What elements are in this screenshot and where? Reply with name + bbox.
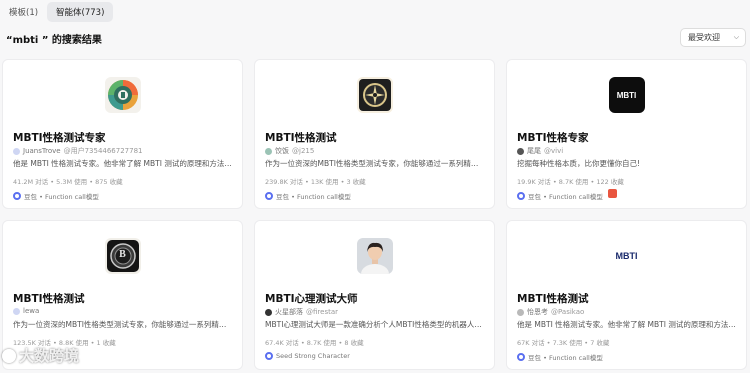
author-avatar bbox=[517, 308, 524, 316]
author-avatar bbox=[13, 147, 20, 155]
watermark-text: 大数跨境 bbox=[19, 347, 80, 365]
card-author: 尾尾 @vivi bbox=[517, 146, 563, 156]
agent-card[interactable]: MBTI MBTI性格测试 怡恩考 @Pasikao 他是 MBTI 性格测试专… bbox=[506, 220, 747, 370]
model-icon bbox=[13, 192, 21, 200]
tab-agents[interactable]: 智能体(773) bbox=[47, 2, 114, 22]
card-author: 火星部落 @firestar bbox=[265, 307, 338, 317]
card-description: MBTI心理测试大师是一款准确分析个人MBTI性格类型的机器人… bbox=[265, 320, 482, 329]
model-icon bbox=[265, 192, 273, 200]
compass-logo-icon bbox=[356, 77, 393, 113]
tab-bar: 模板(1) 智能体(773) bbox=[0, 2, 114, 22]
card-stats: 67K 对话 • 7.3K 使用 • 7 收藏 bbox=[517, 339, 610, 347]
sort-selected-value: 最受欢迎 bbox=[688, 33, 720, 42]
b-coin-logo-icon: B bbox=[104, 238, 141, 274]
model-icon bbox=[517, 353, 525, 361]
watermark-logo-icon bbox=[2, 348, 16, 363]
card-description: 他是 MBTI 性格测试专家。他非常了解 MBTI 测试的原理和方法… bbox=[517, 320, 736, 329]
author-handle: @j215 bbox=[292, 147, 315, 155]
avatar-text: MBTI bbox=[616, 90, 637, 100]
card-author: JuansTrove @用户7354466727781 bbox=[13, 146, 142, 156]
app-icon bbox=[608, 189, 617, 198]
results-grid: MBTI性格测试专家 JuansTrove @用户7354466727781 他… bbox=[2, 59, 748, 370]
mbti-wordmark-icon: MBTI bbox=[608, 238, 645, 274]
card-model: 豆包 • Function call模型 bbox=[517, 191, 603, 201]
card-description: 作为一位资深的MBTI性格类型测试专家，你能够通过一系列精… bbox=[13, 320, 227, 329]
search-results-title: “mbti ” 的搜索结果 bbox=[6, 35, 102, 46]
card-title: MBTI性格测试 bbox=[265, 132, 337, 144]
author-name: 饺饭 bbox=[275, 147, 289, 155]
model-label: 豆包 • Function call模型 bbox=[528, 354, 603, 362]
card-description: 他是 MBTI 性格测试专家。他非常了解 MBTI 测试的原理和方法… bbox=[13, 159, 232, 168]
author-name: 怡恩考 bbox=[527, 308, 548, 316]
mbti-black-logo-icon: MBTI bbox=[608, 77, 645, 113]
author-avatar bbox=[13, 307, 20, 315]
avatar-text: B bbox=[119, 249, 126, 260]
card-stats: 67.4K 对话 • 8.7K 使用 • 8 收藏 bbox=[265, 339, 364, 347]
chevron-down-icon: ⌵ bbox=[733, 33, 739, 41]
author-handle: @Pasikao bbox=[551, 308, 585, 316]
model-label: Seed Strong Character bbox=[276, 352, 350, 360]
author-name: 尾尾 bbox=[527, 147, 541, 155]
author-avatar bbox=[517, 147, 524, 155]
model-label: 豆包 • Function call模型 bbox=[528, 193, 603, 201]
card-description: 作为一位资深的MBTI性格类型测试专家，你能够通过一系列精… bbox=[265, 159, 479, 168]
author-name: lewa bbox=[23, 307, 40, 315]
card-title: MBTI性格测试 bbox=[13, 293, 85, 305]
card-author: lewa bbox=[13, 307, 39, 315]
card-stats: 19.9K 对话 • 8.7K 使用 • 122 收藏 bbox=[517, 178, 624, 186]
agent-card[interactable]: MBTI性格测试 饺饭 @j215 作为一位资深的MBTI性格类型测试专家，你能… bbox=[254, 59, 495, 209]
author-name: JuansTrove bbox=[23, 147, 61, 155]
tab-templates[interactable]: 模板(1) bbox=[0, 2, 47, 22]
model-label: 豆包 • Function call模型 bbox=[24, 193, 99, 201]
author-avatar bbox=[265, 308, 272, 316]
card-title: MBTI性格测试专家 bbox=[13, 132, 106, 144]
agent-card[interactable]: MBTI MBTI性格专家 尾尾 @vivi 挖掘每种性格本质，比你更懂你自己!… bbox=[506, 59, 747, 209]
card-stats: 239.8K 对话 • 13K 使用 • 3 收藏 bbox=[265, 178, 366, 186]
model-label: 豆包 • Function call模型 bbox=[276, 193, 351, 201]
card-author: 饺饭 @j215 bbox=[265, 146, 314, 156]
author-handle: @vivi bbox=[544, 147, 564, 155]
sort-dropdown[interactable]: 最受欢迎 ⌵ bbox=[680, 28, 746, 47]
card-title: MBTI性格测试 bbox=[517, 293, 589, 305]
agent-card[interactable]: MBTI心理测试大师 火星部落 @firestar MBTI心理测试大师是一款准… bbox=[254, 220, 495, 370]
card-model: 豆包 • Function call模型 bbox=[265, 191, 351, 201]
author-handle: @firestar bbox=[306, 308, 338, 316]
author-avatar bbox=[265, 147, 272, 155]
card-model: 豆包 • Function call模型 bbox=[517, 352, 603, 362]
card-author: 怡恩考 @Pasikao bbox=[517, 307, 584, 317]
card-description: 挖掘每种性格本质，比你更懂你自己! bbox=[517, 159, 641, 168]
green-circle-logo-icon bbox=[104, 77, 141, 113]
model-icon bbox=[265, 352, 273, 360]
agent-card[interactable]: MBTI性格测试专家 JuansTrove @用户7354466727781 他… bbox=[2, 59, 243, 209]
card-title: MBTI性格专家 bbox=[517, 132, 589, 144]
watermark: 大数跨境 bbox=[2, 345, 79, 366]
card-model: Seed Strong Character bbox=[265, 352, 350, 360]
card-title: MBTI心理测试大师 bbox=[265, 293, 358, 305]
author-name: 火星部落 bbox=[275, 308, 303, 316]
author-handle: @用户7354466727781 bbox=[63, 147, 143, 155]
card-model: 豆包 • Function call模型 bbox=[13, 191, 99, 201]
person-photo-icon bbox=[356, 238, 393, 274]
avatar-text: MBTI bbox=[615, 251, 638, 261]
model-icon bbox=[517, 192, 525, 200]
card-stats: 41.2M 对话 • 5.3M 使用 • 875 收藏 bbox=[13, 178, 123, 186]
